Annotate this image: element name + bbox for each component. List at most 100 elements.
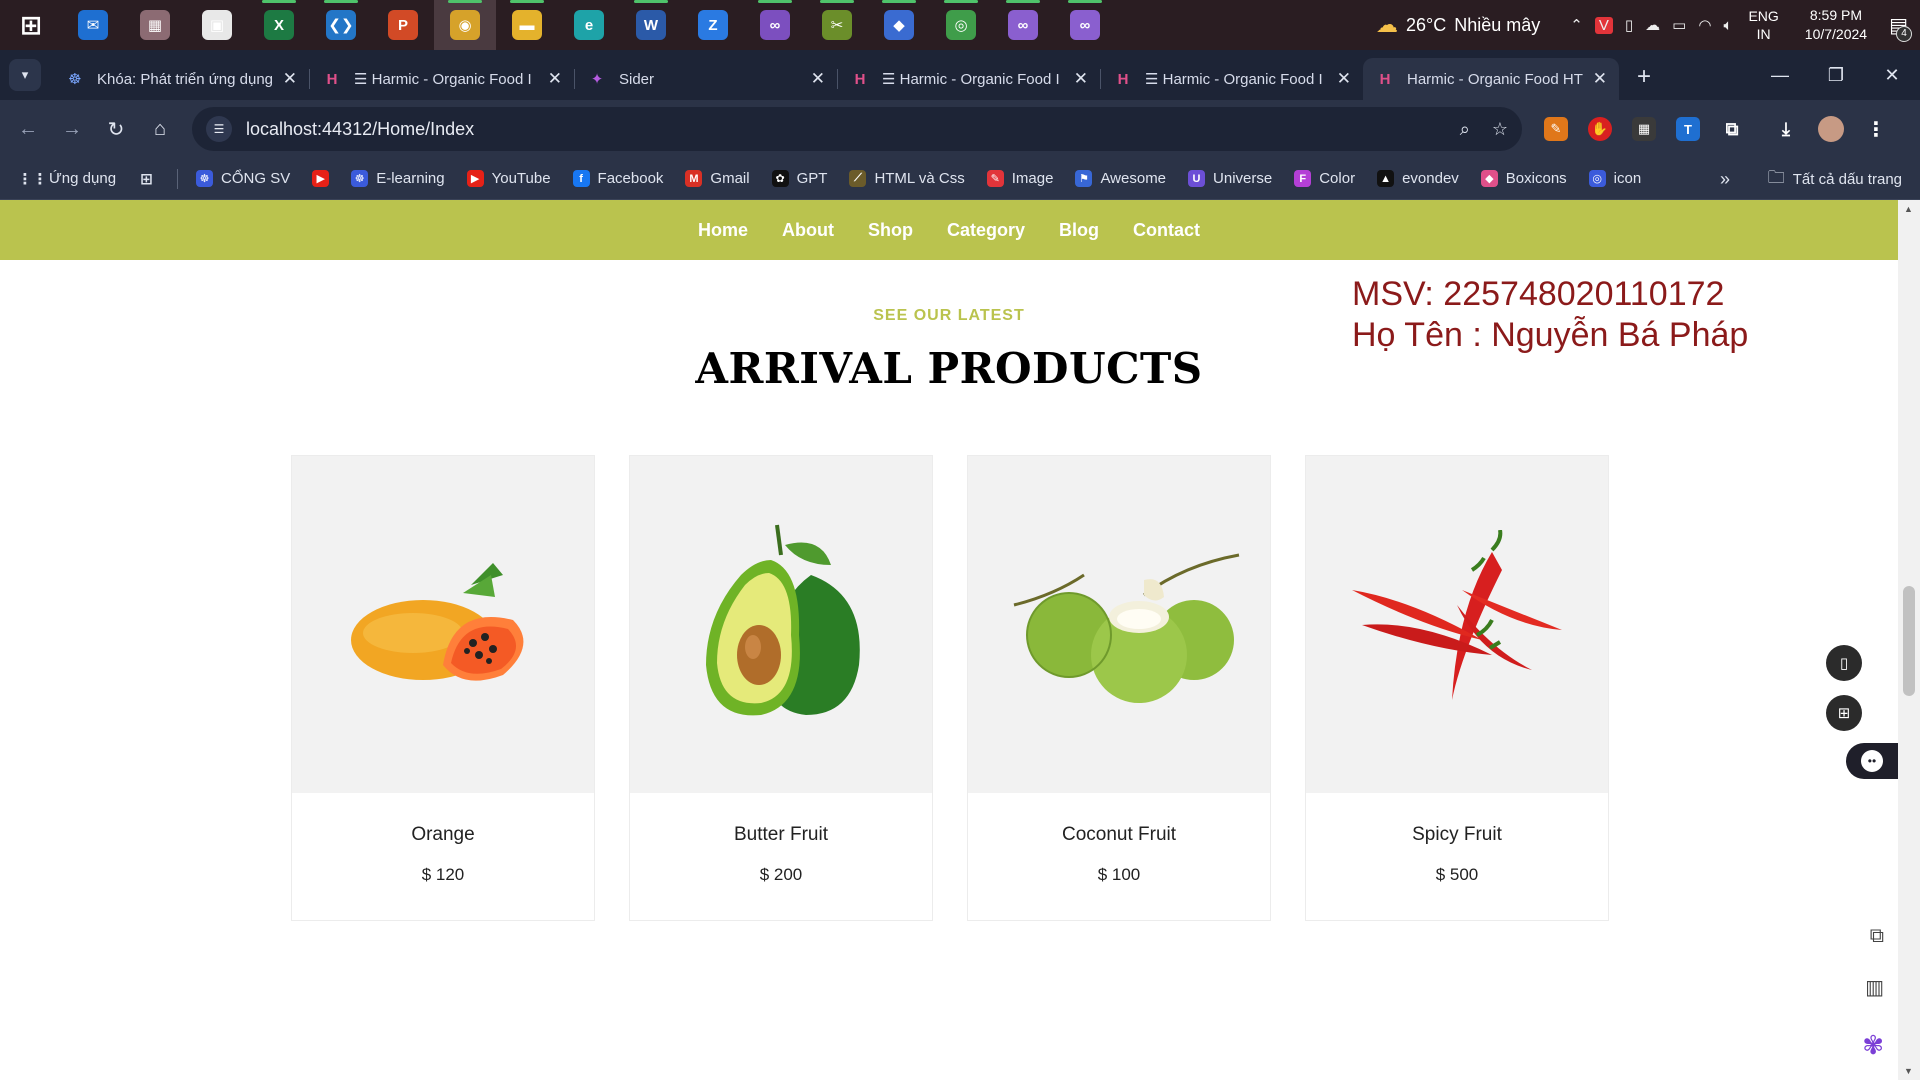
bookmark-item[interactable]: F Color [1294, 170, 1355, 187]
vivaldi-icon[interactable]: V [1594, 16, 1613, 34]
taskbar-app[interactable]: ⊞ [0, 0, 62, 50]
download-icon[interactable]: ⤓ [1774, 117, 1798, 141]
address-bar[interactable]: ☰ localhost:44312/Home/Index ⌕ ☆ [192, 107, 1522, 151]
tab-close-icon[interactable]: ✕ [1593, 69, 1607, 89]
restore-button[interactable]: ❐ [1808, 50, 1864, 100]
sider-brain-icon[interactable]: ✾ [1862, 1030, 1884, 1061]
product-card[interactable]: Spicy Fruit $ 500 [1305, 455, 1609, 921]
nav-link-home[interactable]: Home [698, 220, 748, 241]
sider-reader-icon[interactable]: ▯ [1826, 645, 1862, 681]
bookmark-item[interactable]: ⊞ [138, 170, 155, 188]
taskbar-app[interactable]: ▬ [496, 0, 558, 50]
nav-link-category[interactable]: Category [947, 220, 1025, 241]
browser-tab[interactable]: H ☰ Harmic - Organic Food I ✕ [310, 58, 574, 100]
browser-tab[interactable]: H ☰ Harmic - Organic Food I ✕ [838, 58, 1100, 100]
product-image[interactable] [968, 456, 1270, 793]
bookmark-item[interactable]: ⟋ HTML và Css [849, 170, 965, 187]
scroll-down-arrow-icon[interactable]: ▼ [1904, 1066, 1913, 1076]
bookmark-item[interactable]: ◆ Boxicons [1480, 170, 1567, 187]
bookmark-item[interactable]: ▲ evondev [1377, 170, 1459, 187]
bookmark-star-icon[interactable]: ☆ [1492, 119, 1508, 140]
bookmark-item[interactable]: ☸ E-learning [351, 170, 445, 187]
browser-tab[interactable]: ☸ Khóa: Phát triển ứng dụng ✕ [53, 58, 309, 100]
taskbar-app[interactable]: W [620, 0, 682, 50]
scrollbar-thumb[interactable] [1903, 586, 1915, 696]
tab-close-icon[interactable]: ✕ [1337, 69, 1351, 89]
taskbar-app[interactable]: ∞ [1054, 0, 1116, 50]
taskbar-app[interactable]: ∞ [992, 0, 1054, 50]
scroll-up-arrow-icon[interactable]: ▲ [1904, 204, 1913, 214]
profile-avatar[interactable] [1818, 116, 1844, 142]
language-indicator[interactable]: ENG IN [1748, 7, 1778, 43]
reader-mode-icon[interactable]: ▥ [1865, 975, 1884, 1000]
close-window-button[interactable]: ✕ [1864, 50, 1920, 100]
tab-search-button[interactable]: ▾ [9, 59, 41, 91]
page-scrollbar[interactable]: ▲ ▼ [1898, 200, 1920, 1080]
browser-tab[interactable]: ✦ Sider ✕ [575, 58, 837, 100]
taskbar-app[interactable]: ▦ [124, 0, 186, 50]
bookmark-item[interactable]: ✎ Image [986, 170, 1053, 187]
taskbar-app[interactable]: ✂ [806, 0, 868, 50]
translate-page-icon[interactable]: ⧉ [1870, 925, 1884, 948]
wifi-icon[interactable]: ◠ [1698, 16, 1711, 34]
bookmark-item[interactable]: ⋮⋮ Ứng dụng [18, 170, 117, 188]
product-card[interactable]: Butter Fruit $ 200 [629, 455, 933, 921]
taskbar-app[interactable]: X [248, 0, 310, 50]
all-bookmarks-button[interactable]: 🗀︎ Tất cả dấu trang [1768, 158, 1902, 200]
taskbar-app[interactable]: ◉ [434, 0, 496, 50]
taskbar-app[interactable]: ◆ [868, 0, 930, 50]
reload-button[interactable]: ↻ [94, 107, 138, 151]
taskbar-app[interactable]: ✉ [62, 0, 124, 50]
table-extension-icon[interactable]: ▦ [1632, 117, 1656, 141]
pen-extension-icon[interactable]: ✎ [1544, 117, 1568, 141]
sider-assistant-button[interactable]: •• [1846, 743, 1898, 779]
notification-center-button[interactable]: ▤ 4 [1889, 13, 1912, 42]
product-image[interactable] [292, 456, 594, 793]
tab-close-icon[interactable]: ✕ [283, 69, 297, 89]
extensions-puzzle-icon[interactable]: ⧉ [1720, 117, 1744, 141]
bookmark-item[interactable]: ✿ GPT [771, 170, 827, 187]
bookmark-item[interactable]: ▶ YouTube [466, 170, 551, 187]
site-info-icon[interactable]: ☰ [206, 116, 232, 142]
product-card[interactable]: Orange $ 120 [291, 455, 595, 921]
tab-close-icon[interactable]: ✕ [548, 69, 562, 89]
zoom-icon[interactable]: ⌕ [1460, 119, 1470, 140]
product-image[interactable] [1306, 456, 1608, 793]
nav-link-shop[interactable]: Shop [868, 220, 913, 241]
bookmark-item[interactable]: U Universe [1188, 170, 1272, 187]
back-button[interactable]: ← [6, 107, 50, 151]
bookmark-item[interactable]: ☸ CỔNG SV [196, 170, 290, 187]
browser-tab[interactable]: H Harmic - Organic Food HT ✕ [1363, 58, 1619, 100]
taskbar-app[interactable]: ❮❯ [310, 0, 372, 50]
bookmark-item[interactable]: f Facebook [572, 170, 663, 187]
product-name[interactable]: Coconut Fruit [968, 824, 1270, 846]
taskbar-app[interactable]: Z [682, 0, 744, 50]
onedrive-icon[interactable]: ☁ [1645, 16, 1660, 34]
nav-link-blog[interactable]: Blog [1059, 220, 1099, 241]
weather-widget[interactable]: ☁ 26°C Nhiều mây [1376, 12, 1540, 38]
product-name[interactable]: Spicy Fruit [1306, 824, 1608, 846]
taskbar-app[interactable]: ∞ [744, 0, 806, 50]
nav-link-contact[interactable]: Contact [1133, 220, 1200, 241]
sider-apps-icon[interactable]: ⊞ [1826, 695, 1862, 731]
phone-link-icon[interactable]: ▯ [1625, 16, 1633, 34]
translate-extension-icon[interactable]: T [1676, 117, 1700, 141]
clock[interactable]: 8:59 PM 10/7/2024 [1805, 6, 1867, 44]
new-tab-button[interactable]: + [1637, 63, 1651, 91]
minimize-button[interactable]: — [1752, 50, 1808, 100]
chevron-up-icon[interactable]: ⌃ [1570, 16, 1583, 34]
browser-tab[interactable]: H ☰ Harmic - Organic Food I ✕ [1101, 58, 1363, 100]
bookmark-item[interactable]: ⚑ Awesome [1075, 170, 1166, 187]
bookmark-item[interactable]: M Gmail [685, 170, 750, 187]
adblock-extension-icon[interactable]: ✋ [1588, 117, 1612, 141]
product-name[interactable]: Orange [292, 824, 594, 846]
forward-button[interactable]: → [50, 107, 94, 151]
taskbar-app[interactable]: e [558, 0, 620, 50]
taskbar-app[interactable]: ◎ [930, 0, 992, 50]
battery-icon[interactable]: ▭ [1672, 16, 1686, 34]
volume-icon[interactable]: 🔈︎ [1723, 17, 1732, 34]
menu-kebab-icon[interactable]: ⋮ [1864, 117, 1888, 141]
taskbar-app[interactable]: P [372, 0, 434, 50]
taskbar-app[interactable]: ▣ [186, 0, 248, 50]
url-text[interactable]: localhost:44312/Home/Index [246, 119, 1460, 140]
